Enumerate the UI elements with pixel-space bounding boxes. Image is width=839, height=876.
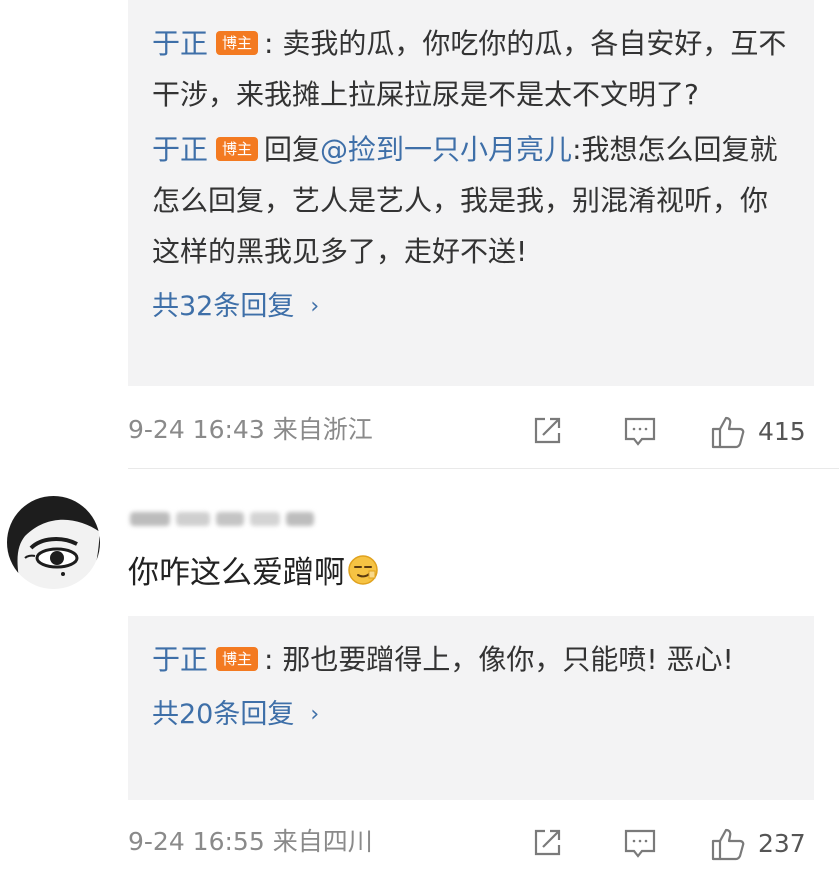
share-button[interactable]: [530, 826, 564, 860]
comment-button[interactable]: [622, 414, 658, 448]
comment-icon: [622, 414, 658, 448]
view-more-replies-link[interactable]: 共32条回复 ›: [152, 287, 790, 327]
more-replies-label: 共20条回复: [152, 699, 295, 730]
comment-meta-row: 9-24 16:43 来自浙江 415: [128, 410, 818, 450]
like-icon: [710, 414, 748, 450]
comment-divider: [128, 468, 839, 469]
chevron-right-icon: ›: [310, 294, 320, 319]
view-more-replies-link[interactable]: 共20条回复 ›: [152, 695, 790, 735]
share-icon: [530, 414, 564, 448]
comment-meta: 9-24 16:55 来自四川: [128, 822, 373, 862]
author-badge: 博主: [216, 31, 259, 55]
comment-date: 9-24 16:55: [128, 827, 265, 856]
author-name[interactable]: 于正: [152, 27, 208, 60]
more-replies-label: 共32条回复: [152, 291, 295, 322]
comment-icon: [622, 826, 658, 860]
reply-item[interactable]: 于正 博主: 那也要蹭得上，像你，只能喷! 恶心!: [152, 634, 790, 685]
comment-meta-row: 9-24 16:55 来自四川 237: [128, 822, 818, 862]
reply-text: 那也要蹭得上，像你，只能喷! 恶心!: [273, 643, 734, 676]
like-button[interactable]: 415: [710, 414, 806, 450]
author-badge: 博主: [216, 137, 259, 161]
comment-text: 你咋这么爱蹭啊: [128, 548, 379, 601]
username-blurred[interactable]: [130, 500, 316, 536]
reply-box-thread-1: 于正 博主: 卖我的瓜，你吃你的瓜，各自安好，互不干涉，来我摊上拉屎拉尿是不是太不…: [128, 0, 814, 386]
like-count: 237: [758, 829, 806, 858]
chevron-right-icon: ›: [310, 702, 320, 727]
author-name[interactable]: 于正: [152, 133, 208, 166]
like-icon: [710, 826, 748, 862]
reply-item[interactable]: 于正 博主 回复@捡到一只小月亮儿:我想怎么回复就怎么回复，艺人是艺人，我是我，别混…: [152, 124, 790, 277]
mention-link[interactable]: @捡到一只小月亮儿: [320, 133, 572, 166]
comment-location: 来自四川: [272, 827, 373, 856]
reply-item[interactable]: 于正 博主: 卖我的瓜，你吃你的瓜，各自安好，互不干涉，来我摊上拉屎拉尿是不是太不…: [152, 18, 790, 120]
reply-box-comment-2: 于正 博主: 那也要蹭得上，像你，只能喷! 恶心! 共20条回复 ›: [128, 616, 814, 800]
comment-date: 9-24 16:43: [128, 415, 265, 444]
comment-location: 来自浙江: [272, 415, 373, 444]
smirk-emoji-icon: [347, 551, 379, 601]
comment-body: 你咋这么爱蹭啊: [128, 555, 345, 591]
author-name[interactable]: 于正: [152, 643, 208, 676]
reply-prefix: 回复: [264, 133, 321, 166]
author-badge: 博主: [216, 647, 259, 671]
share-button[interactable]: [530, 414, 564, 448]
comment-button[interactable]: [622, 826, 658, 860]
comment-meta: 9-24 16:43 来自浙江: [128, 410, 373, 450]
share-icon: [530, 826, 564, 860]
like-button[interactable]: 237: [710, 826, 806, 862]
avatar[interactable]: [7, 496, 100, 589]
like-count: 415: [758, 417, 806, 446]
